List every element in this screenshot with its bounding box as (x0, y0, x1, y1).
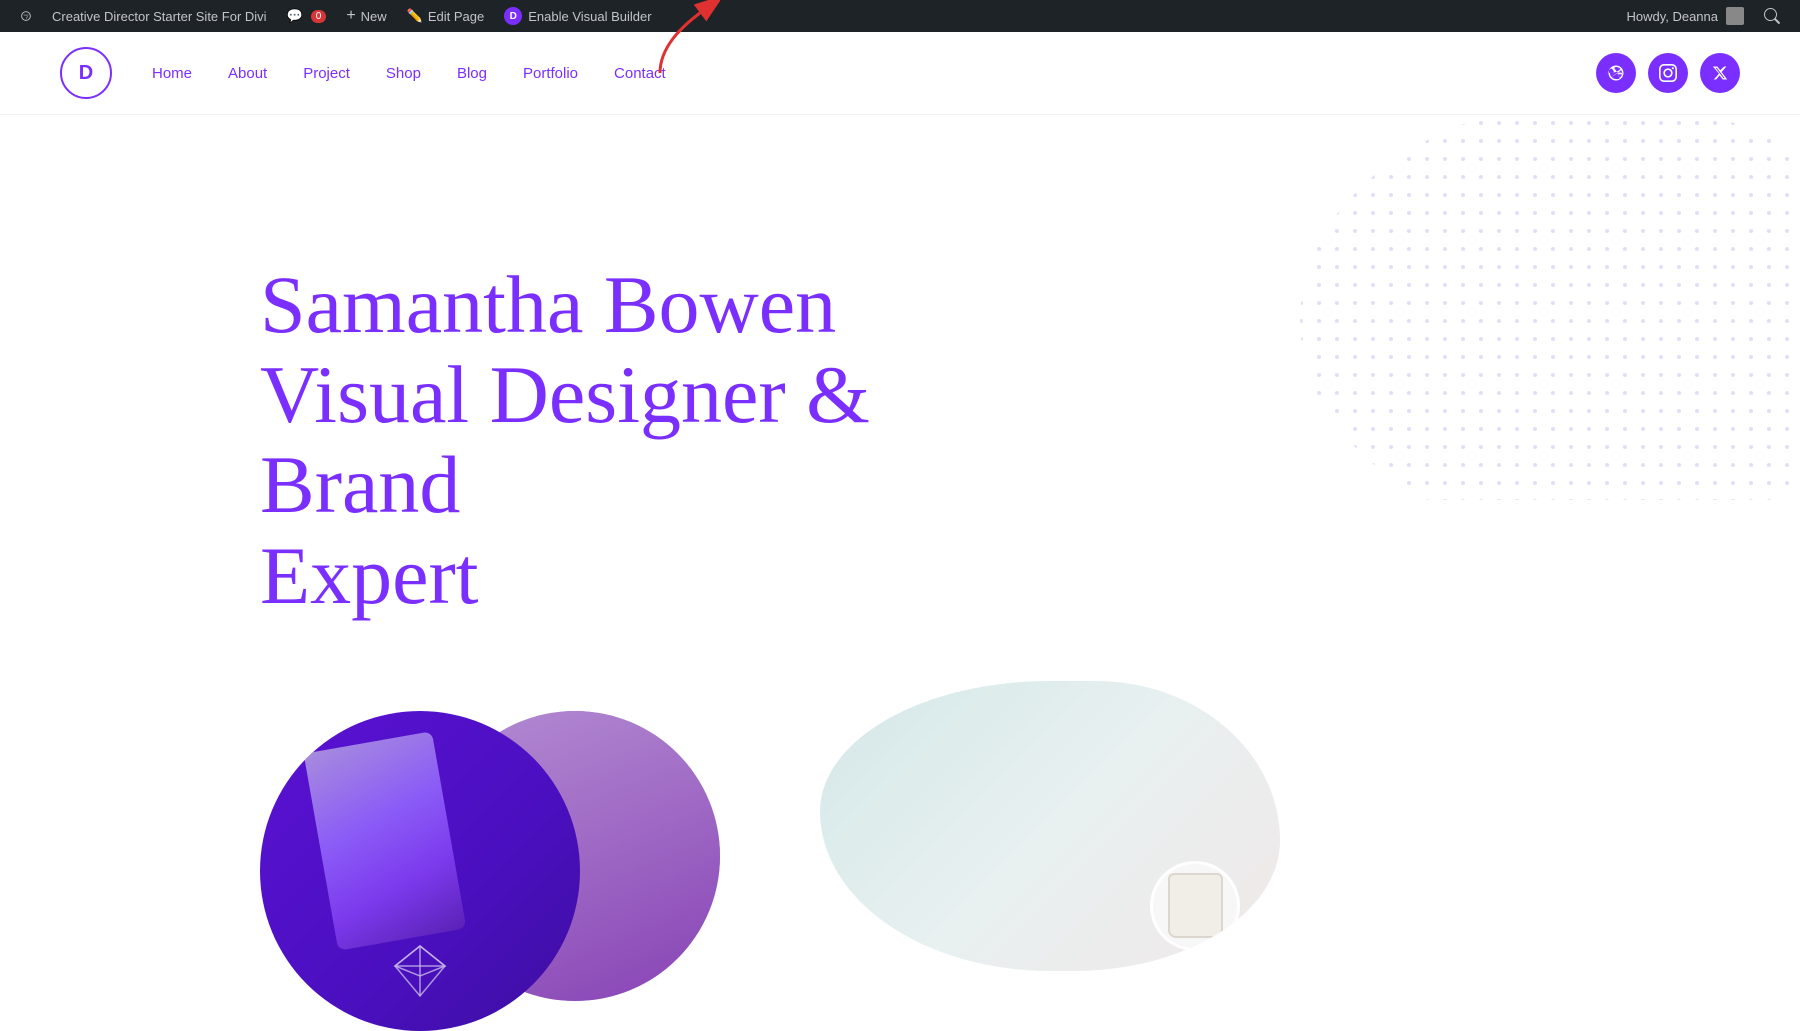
x-twitter-button[interactable] (1700, 53, 1740, 93)
dribbble-button[interactable] (1596, 53, 1636, 93)
main-nav: Home About Project Shop Blog Portfolio C… (152, 65, 666, 82)
nav-about[interactable]: About (228, 65, 267, 82)
header-left: D Home About Project Shop Blog Portfolio… (60, 47, 666, 99)
nav-home[interactable]: Home (152, 65, 192, 82)
site-logo[interactable]: D (60, 47, 112, 99)
hero-section: Samantha Bowen Visual Designer & Brand E… (0, 180, 1800, 621)
plus-icon: + (346, 7, 355, 25)
blob-card (820, 681, 1280, 971)
comments-link[interactable]: 💬 0 (277, 0, 337, 32)
new-content-button[interactable]: + New (336, 0, 396, 32)
nav-contact[interactable]: Contact (614, 65, 666, 82)
jar-illustration (1150, 861, 1240, 951)
wp-logo-icon[interactable] (10, 0, 42, 32)
site-title[interactable]: Creative Director Starter Site For Divi (42, 0, 277, 32)
nav-blog[interactable]: Blog (457, 65, 487, 82)
admin-bar-right: Howdy, Deanna (1616, 0, 1790, 32)
divi-icon: D (504, 7, 522, 25)
pencil-icon: ✏️ (407, 8, 423, 24)
edit-page-button[interactable]: ✏️ Edit Page (397, 0, 495, 32)
portfolio-card-right[interactable] (820, 681, 1300, 961)
main-content: Samantha Bowen Visual Designer & Brand E… (0, 120, 1800, 978)
nav-shop[interactable]: Shop (386, 65, 421, 82)
nav-project[interactable]: Project (303, 65, 350, 82)
admin-bar: Creative Director Starter Site For Divi … (0, 0, 1800, 32)
comments-count: 0 (311, 10, 327, 23)
instagram-button[interactable] (1648, 53, 1688, 93)
nav-portfolio[interactable]: Portfolio (523, 65, 578, 82)
site-header: D Home About Project Shop Blog Portfolio… (0, 32, 1800, 115)
hero-title: Samantha Bowen Visual Designer & Brand E… (260, 260, 1080, 621)
howdy-menu[interactable]: Howdy, Deanna (1616, 0, 1754, 32)
portfolio-section (0, 621, 1800, 961)
admin-search-button[interactable] (1754, 0, 1790, 32)
enable-visual-builder-button[interactable]: D Enable Visual Builder (494, 0, 661, 32)
social-icons (1596, 53, 1740, 93)
comments-icon: 💬 (287, 8, 303, 24)
portfolio-card-left[interactable] (260, 701, 760, 961)
wireframe-icon (390, 941, 450, 1001)
user-avatar (1726, 7, 1744, 25)
